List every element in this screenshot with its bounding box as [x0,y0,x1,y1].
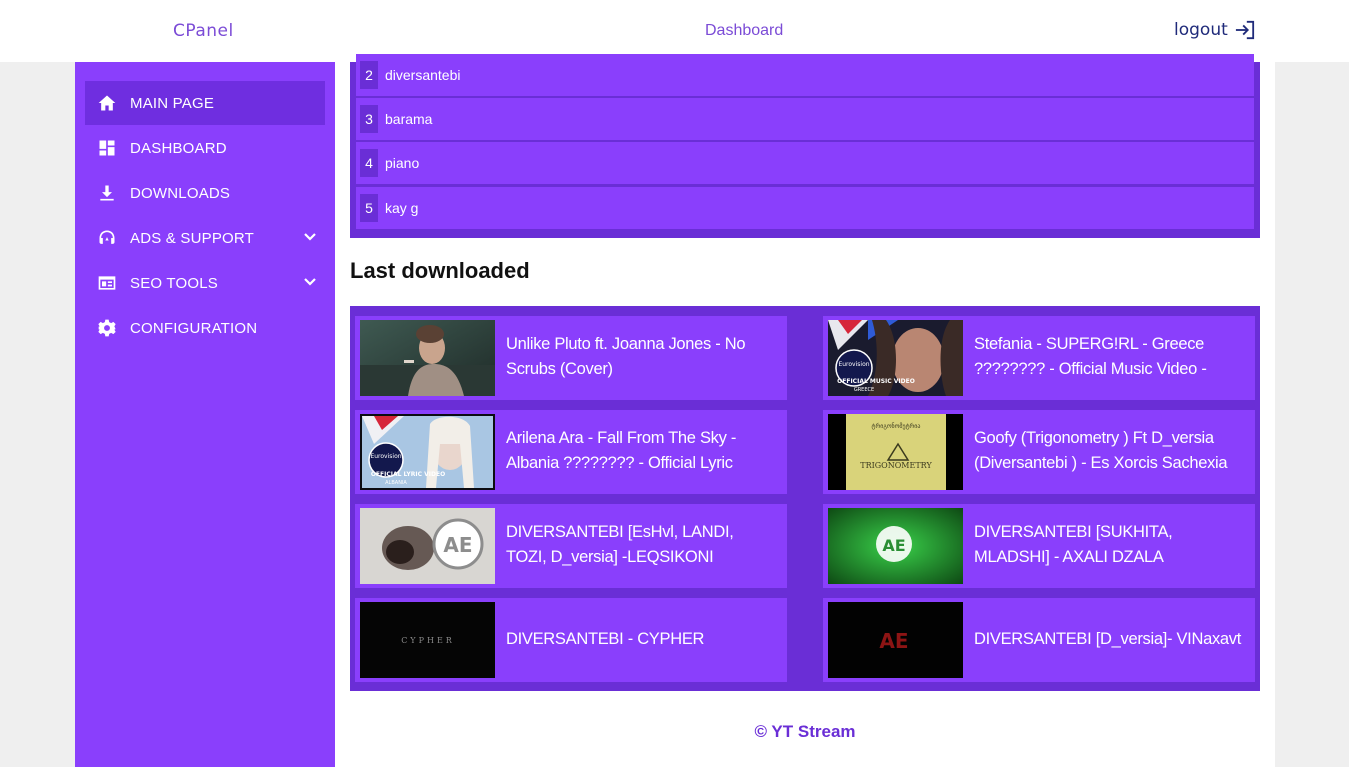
thumb-text: AE [882,536,905,555]
keyword-text: piano [385,155,420,171]
video-thumbnail: AE [360,508,495,584]
rank-badge: 2 [360,61,378,89]
list-item[interactable]: 4 piano [356,142,1254,184]
home-icon [96,92,118,114]
sidebar-item-seo-tools[interactable]: SEO TOOLS [85,261,325,305]
downloads-grid: Unlike Pluto ft. Joanna Jones - No Scrub… [350,306,1260,691]
thumb-text: TRIGONOMETRY [860,461,932,470]
video-title: DIVERSANTEBI - CYPHER [506,630,705,648]
video-title: Stefania - SUPERG!RL - Greece ???????? -… [974,335,1207,378]
keyword-text: barama [385,111,433,127]
sidebar-item-label: CONFIGURATION [130,319,258,337]
thumb-text: AE [443,533,472,557]
sidebar-item-label: DOWNLOADS [130,184,231,202]
download-icon [96,182,118,204]
sidebar-item-label: DASHBOARD [130,139,227,157]
video-card[interactable]: AE DIVERSANTEBI [SUKHITA, MLADSHI] - AXA… [823,504,1255,588]
video-card[interactable]: AE DIVERSANTEBI [D_versia]- VINaxavt [823,598,1255,682]
sidebar-item-main-page[interactable]: MAIN PAGE [85,81,325,125]
video-thumbnail: Eurovision OFFICIAL LYRIC VIDEO ALBANIA [360,414,495,490]
list-item[interactable]: 5 kay g [356,187,1254,229]
gear-icon [96,317,118,339]
sidebar-item-label: MAIN PAGE [130,94,215,112]
video-thumbnail: Eurovision OFFICIAL MUSIC VIDEO GREECE [828,320,963,396]
logout-button[interactable]: logout [1174,20,1256,40]
video-card[interactable]: AE DIVERSANTEBI [EsHvl, LANDI, TOZI, D_v… [355,504,787,588]
video-card[interactable]: CYPHER DIVERSANTEBI - CYPHER [355,598,787,682]
rank-badge: 5 [360,194,378,222]
video-title: DIVERSANTEBI [D_versia]- VINaxavt [974,630,1242,648]
rank-badge: 3 [360,105,378,133]
thumb-text: AE [879,629,908,653]
nav-dashboard-link[interactable]: Dashboard [705,22,783,40]
thumb-text: Eurovision [838,361,869,368]
video-thumbnail: CYPHER [360,602,495,678]
top-bar: CPanel Dashboard logout [0,0,1349,62]
sidebar-item-dashboard[interactable]: DASHBOARD [85,126,325,170]
chevron-down-icon [303,230,317,244]
sidebar-item-label: SEO TOOLS [130,274,218,292]
sidebar: MAIN PAGE DASHBOARD DOWNLOADS ADS & SUPP… [75,62,335,767]
list-item[interactable]: 2 diversantebi [356,54,1254,96]
video-card[interactable]: Unlike Pluto ft. Joanna Jones - No Scrub… [355,316,787,400]
logout-label: logout [1174,20,1228,40]
thumb-text: Eurovision [370,453,401,460]
list-item[interactable]: 3 barama [356,98,1254,140]
video-title: DIVERSANTEBI [EsHvl, LANDI, TOZI, D_vers… [506,523,734,566]
keyword-text: diversantebi [385,67,461,83]
footer-copyright: © YT Stream [754,722,856,741]
thumb-text: OFFICIAL LYRIC VIDEO [371,471,445,478]
video-title: Unlike Pluto ft. Joanna Jones - No Scrub… [506,335,746,378]
keyword-list: 2 diversantebi 3 barama 4 piano 5 kay g [350,54,1260,238]
dashboard-icon [96,137,118,159]
video-thumbnail [360,320,495,396]
chevron-down-icon [303,275,317,289]
main-content: 2 diversantebi 3 barama 4 piano 5 kay g … [335,54,1275,767]
page-margin [1275,62,1349,767]
thumb-text: GREECE [854,387,874,393]
video-thumbnail: AE [828,508,963,584]
video-thumbnail: ტრიგონომეტრია TRIGONOMETRY [828,414,963,490]
video-thumbnail: AE [828,602,963,678]
thumb-text: CYPHER [401,636,455,645]
logout-icon [1235,20,1254,40]
video-card[interactable]: Eurovision OFFICIAL LYRIC VIDEO ALBANIA … [355,410,787,494]
sidebar-item-downloads[interactable]: DOWNLOADS [85,171,325,215]
sidebar-item-configuration[interactable]: CONFIGURATION [85,306,325,350]
sidebar-item-ads-support[interactable]: ADS & SUPPORT [85,216,325,260]
support-icon [96,227,118,249]
video-card[interactable]: ტრიგონომეტრია TRIGONOMETRY Goofy (Trigon… [823,410,1255,494]
thumb-text: OFFICIAL MUSIC VIDEO [837,378,915,385]
thumb-text: ALBANIA [385,480,407,486]
thumb-text: ტრიგონომეტრია [872,423,921,430]
keyword-text: kay g [385,200,419,216]
section-title: Last downloaded [350,258,530,283]
video-title: DIVERSANTEBI [SUKHITA, MLADSHI] - AXALI … [974,523,1173,566]
video-card[interactable]: Eurovision OFFICIAL MUSIC VIDEO GREECE S… [823,316,1255,400]
brand-logo[interactable]: CPanel [173,21,234,41]
sidebar-item-label: ADS & SUPPORT [130,229,255,247]
video-title: Arilena Ara - Fall From The Sky - Albani… [506,429,737,472]
video-title: Goofy (Trigonometry ) Ft D_versia (Diver… [974,429,1228,472]
rank-badge: 4 [360,149,378,177]
seo-icon [96,272,118,294]
